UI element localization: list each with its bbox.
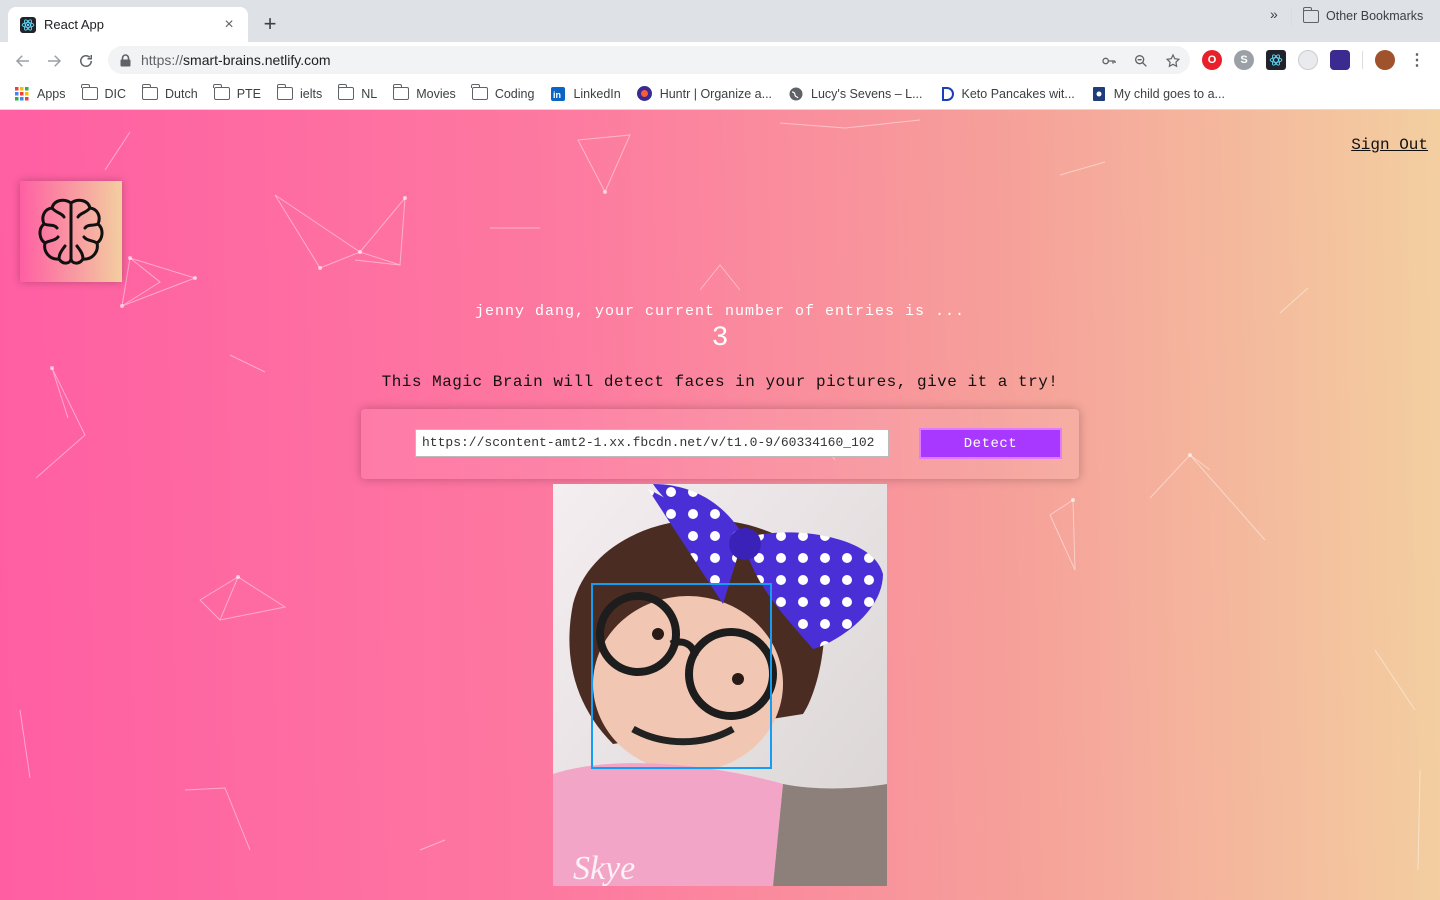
menu-kebab-icon[interactable]: ⋮: [1407, 50, 1427, 70]
browser-tab[interactable]: React App ×: [8, 7, 248, 42]
bookmark-label: Dutch: [165, 86, 198, 101]
svg-text:Skye: Skye: [573, 850, 635, 886]
skype-extension-icon[interactable]: S: [1234, 50, 1254, 70]
bookmark-item[interactable]: Keto Pancakes wit...: [939, 86, 1075, 101]
folder-icon: [141, 84, 159, 101]
tab-strip: React App × +: [0, 0, 1440, 42]
opera-extension-icon[interactable]: O: [1202, 50, 1222, 70]
lock-icon: [120, 53, 131, 67]
other-bookmarks[interactable]: Other Bookmarks: [1302, 0, 1424, 32]
brain-logo[interactable]: [20, 181, 122, 282]
bookmarks-separator: [1291, 8, 1292, 26]
svg-text:in: in: [553, 90, 561, 100]
back-arrow-icon[interactable]: [12, 50, 34, 72]
bookmark-item[interactable]: ielts: [276, 84, 323, 101]
bookmark-label: LinkedIn: [573, 86, 621, 101]
image-link-form: https://scontent-amt2-1.xx.fbcdn.net/v/t…: [361, 409, 1079, 479]
bookmark-label: Keto Pancakes wit...: [961, 86, 1075, 101]
folder-icon: [471, 84, 488, 101]
bookmark-item[interactable]: NL: [337, 84, 378, 101]
bookmark-label: Lucy's Sevens – L...: [811, 86, 923, 101]
react-devtools-icon[interactable]: [1266, 50, 1286, 70]
other-bookmarks-label: Other Bookmarks: [1326, 9, 1424, 23]
url-text: https://smart-brains.netlify.com: [141, 52, 331, 68]
bookmark-item[interactable]: Huntr | Organize a...: [637, 86, 773, 101]
folder-icon: [1302, 6, 1319, 23]
forward-arrow-icon[interactable]: [43, 50, 65, 72]
huntr-extension-icon[interactable]: [1330, 50, 1350, 70]
linkedin-icon: in: [550, 86, 566, 101]
sign-out-link[interactable]: Sign Out: [1351, 136, 1428, 154]
bookmark-item[interactable]: Movies: [392, 84, 456, 101]
browser-toolbar: https://smart-brains.netlify.com O S ⋮: [0, 42, 1440, 78]
bookmark-item[interactable]: Apps: [14, 86, 66, 101]
intro-text: This Magic Brain will detect faces in yo…: [381, 373, 1059, 391]
key-icon[interactable]: [1100, 52, 1118, 70]
detect-button[interactable]: Detect: [919, 428, 1062, 459]
star-icon[interactable]: [1164, 52, 1182, 70]
brain-icon: [38, 198, 104, 265]
bookmark-label: ielts: [300, 86, 323, 101]
image-url-input[interactable]: https://scontent-amt2-1.xx.fbcdn.net/v/t…: [415, 429, 889, 457]
bookmark-site-icon: [1091, 86, 1107, 101]
folder-icon: [81, 84, 98, 101]
new-tab-button[interactable]: +: [258, 13, 282, 37]
d-logo-icon: [939, 86, 955, 101]
folder-icon: [213, 84, 230, 101]
bookmark-item[interactable]: My child goes to a...: [1091, 86, 1225, 101]
bookmark-label: NL: [361, 86, 378, 101]
bookmark-label: Huntr | Organize a...: [659, 86, 773, 101]
bookmarks-bar: Apps DIC Dutch PTE ielts NL Movies Coding in Link…: [0, 78, 1440, 110]
url-protocol: https://: [141, 52, 184, 68]
bookmark-item[interactable]: Coding: [471, 84, 535, 101]
bookmark-item[interactable]: Lucy's Sevens – L...: [788, 86, 923, 101]
bookmark-label: PTE: [236, 86, 261, 101]
bookmark-label: My child goes to a...: [1113, 86, 1225, 101]
app-page: Sign Out jenny dang, your current number…: [0, 110, 1440, 900]
bookmark-item[interactable]: Dutch: [141, 84, 198, 101]
reload-icon[interactable]: [75, 50, 97, 72]
user-entries-text: jenny dang, your current number of entri…: [474, 303, 966, 320]
face-bounding-box: [591, 583, 772, 769]
folder-icon: [392, 84, 410, 101]
apps-grid-icon: [14, 86, 30, 101]
bookmark-item[interactable]: PTE: [213, 84, 261, 101]
zoom-icon[interactable]: [1132, 52, 1150, 70]
bookmarks-overflow-button[interactable]: »: [1270, 6, 1278, 22]
folder-icon: [276, 84, 293, 101]
bookmark-item[interactable]: in LinkedIn: [550, 86, 621, 101]
folder-icon: [337, 84, 355, 101]
bookmark-label: Coding: [494, 86, 535, 101]
globe-icon: [788, 87, 804, 101]
huntr-icon: [637, 86, 653, 101]
profile-avatar[interactable]: [1375, 50, 1395, 70]
tab-close-icon[interactable]: ×: [220, 16, 238, 34]
bookmark-item[interactable]: DIC: [81, 84, 127, 101]
tab-title: React App: [44, 17, 104, 32]
address-bar[interactable]: https://smart-brains.netlify.com: [108, 46, 1190, 74]
bookmark-label: Apps: [37, 86, 66, 101]
toolbar-divider: [1362, 51, 1363, 69]
input-image: Skye: [553, 484, 887, 886]
entries-count: 3: [711, 323, 729, 354]
url-host: smart-brains.netlify.com: [183, 52, 331, 68]
bookmark-label: DIC: [104, 86, 127, 101]
extension-clock-icon[interactable]: [1298, 50, 1318, 70]
bookmark-label: Movies: [416, 86, 456, 101]
react-favicon-icon: [20, 16, 36, 33]
